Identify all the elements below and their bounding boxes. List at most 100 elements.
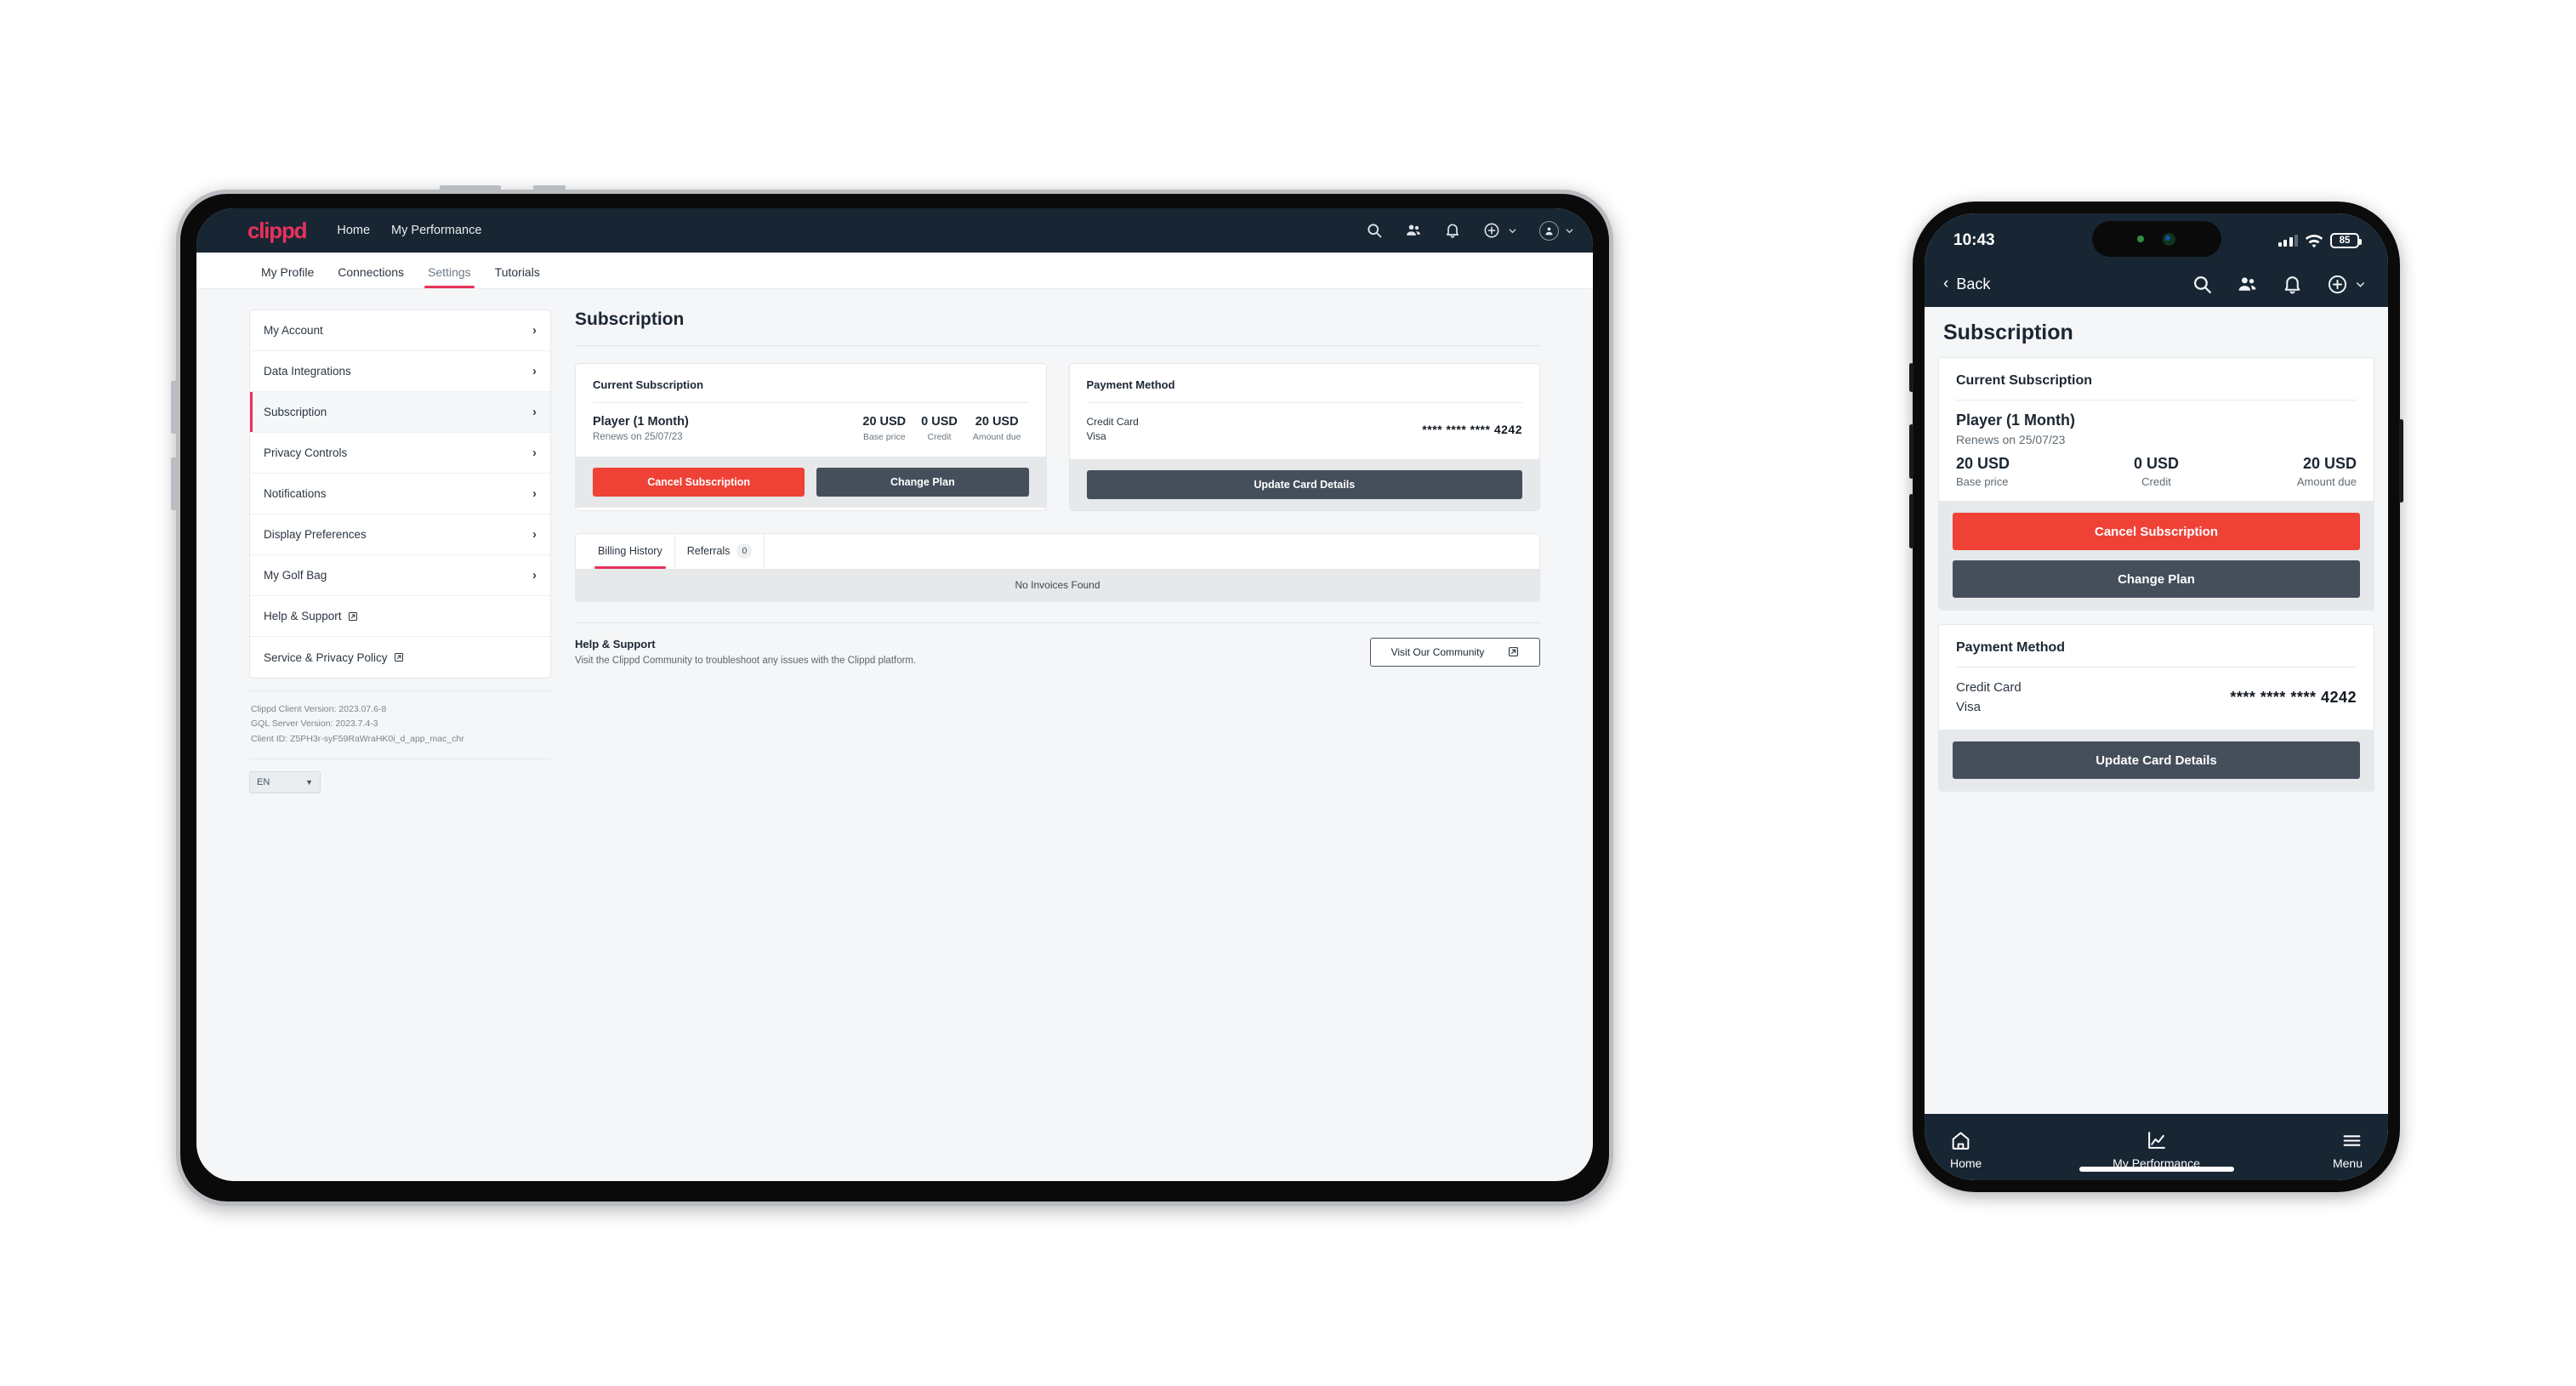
server-version: GQL Server Version: 2023.7.4-3 [251, 719, 378, 730]
base-price-label: Base price [1956, 475, 2009, 488]
settings-sidebar: My Account › Data Integrations › Subscri… [249, 310, 551, 793]
home-icon [1950, 1130, 1971, 1151]
visit-community-button[interactable]: Visit Our Community [1370, 637, 1540, 667]
settings-body: My Account › Data Integrations › Subscri… [196, 289, 1593, 793]
people-icon[interactable] [2237, 274, 2258, 295]
chevron-down-icon-avatar[interactable] [1565, 226, 1574, 236]
price-due: 20 USD Amount due [2223, 455, 2357, 488]
cancel-subscription-button[interactable]: Cancel Subscription [1953, 513, 2360, 550]
amount-due-amount: 20 USD [2302, 455, 2357, 472]
sidebar-item-label: Help & Support [264, 610, 342, 622]
change-plan-button[interactable]: Change Plan [1953, 560, 2360, 598]
people-icon[interactable] [1405, 222, 1422, 239]
payment-method-card: Payment Method Credit Card Visa **** ***… [1938, 624, 2374, 792]
back-button[interactable]: ‹ Back [1943, 275, 1990, 293]
card-number-masked: **** **** **** 4242 [2230, 689, 2357, 706]
tabbar-item-menu[interactable]: Menu [2225, 1130, 2363, 1170]
title-divider [575, 345, 1540, 346]
current-subscription-card: Current Subscription Player (1 Month) Re… [575, 363, 1047, 511]
card-type-block: Credit Card Visa [1087, 415, 1139, 445]
chevron-right-icon: › [532, 405, 537, 419]
bell-icon[interactable] [2282, 274, 2303, 295]
search-icon[interactable] [1366, 222, 1383, 239]
client-version: Clippd Client Version: 2023.07.6-8 [251, 704, 387, 714]
sidebar-item-my-account[interactable]: My Account › [250, 310, 550, 351]
payment-method-body: Credit Card Visa **** **** **** 4242 [1070, 403, 1540, 459]
help-support-section: Help & Support Visit the Clippd Communit… [575, 637, 1540, 667]
sidebar-item-my-golf-bag[interactable]: My Golf Bag › [250, 555, 550, 596]
card-brand: Visa [1086, 430, 1106, 443]
nav-link-home[interactable]: Home [337, 224, 370, 237]
tabbar-item-home[interactable]: Home [1950, 1130, 2088, 1170]
billing-tabs: Billing History Referrals 0 [576, 533, 1539, 569]
search-icon[interactable] [2192, 274, 2213, 295]
card-brand: Visa [1956, 699, 1981, 714]
chevron-down-icon-add[interactable] [1508, 226, 1517, 236]
sidebar-item-label: Notifications [264, 487, 327, 500]
chevron-right-icon: › [532, 446, 537, 460]
phone-nav-icons [2192, 274, 2366, 295]
amount-due-label: Amount due [2296, 475, 2357, 488]
tab-billing-history[interactable]: Billing History [586, 533, 675, 569]
tab-referrals[interactable]: Referrals 0 [675, 533, 765, 569]
cellular-signal-icon [2277, 235, 2298, 247]
update-card-details-button[interactable]: Update Card Details [1086, 469, 1522, 499]
wifi-icon [2306, 234, 2323, 247]
card-type: Credit Card [1086, 416, 1139, 428]
card-type-block: Credit Card Visa [1956, 679, 2022, 717]
battery-percent: 85 [2339, 236, 2351, 246]
settings-menu-card: My Account › Data Integrations › Subscri… [249, 310, 551, 679]
bell-icon[interactable] [1444, 222, 1461, 239]
cancel-subscription-button[interactable]: Cancel Subscription [593, 468, 805, 497]
chart-line-icon [2146, 1130, 2167, 1151]
price-due: 20 USD Amount due [965, 415, 1029, 442]
sidebar-item-subscription[interactable]: Subscription › [250, 392, 550, 433]
base-price-amount: 20 USD [1956, 455, 2010, 472]
language-select[interactable]: EN ▼ [249, 770, 321, 793]
tabbar-item-my-performance[interactable]: My Performance [2088, 1130, 2226, 1170]
price-summary: 20 USD Base price 0 USD Credit 20 USD Am… [1956, 455, 2357, 488]
tablet-top-navbar: clippd Home My Performance [196, 208, 1593, 253]
current-subscription-heading: Current Subscription [593, 378, 704, 391]
plan-renewal-date: Renews on 25/07/23 [1956, 433, 2066, 446]
price-credit: 0 USD Credit [913, 415, 965, 442]
price-base: 20 USD Base price [1956, 455, 2090, 488]
plus-circle-icon[interactable] [2327, 274, 2348, 295]
avatar-icon [1539, 220, 1559, 241]
clippd-logo[interactable]: clippd [247, 219, 308, 241]
page-title: Subscription [575, 310, 685, 329]
sidebar-item-help-support[interactable]: Help & Support [250, 596, 550, 637]
tab-tutorials[interactable]: Tutorials [483, 265, 552, 288]
sidebar-item-display-preferences[interactable]: Display Preferences › [250, 514, 550, 555]
home-indicator [2078, 1167, 2234, 1172]
status-indicators: 85 [2277, 233, 2362, 248]
phone-device-frame: 10:43 85 ‹ Back Subscription Current Sub… [1909, 202, 2403, 1192]
current-subscription-card: Current Subscription Player (1 Month) Re… [1938, 357, 2374, 611]
plus-circle-icon[interactable] [1483, 222, 1500, 239]
tab-my-profile[interactable]: My Profile [249, 265, 326, 288]
sidebar-item-service-privacy-policy[interactable]: Service & Privacy Policy [250, 637, 550, 678]
chevron-down-icon: ▼ [305, 777, 313, 787]
tabbar-label: Home [1950, 1156, 1982, 1170]
phone-navbar: ‹ Back [1925, 261, 2388, 307]
avatar-menu[interactable] [1539, 220, 1574, 241]
sidebar-item-data-integrations[interactable]: Data Integrations › [250, 351, 550, 392]
client-id: Client ID: Z5PH3r-syF59RaWraHK0i_d_app_m… [251, 733, 464, 744]
update-card-details-button[interactable]: Update Card Details [1953, 741, 2360, 779]
screenshot-stage: clippd Home My Performance My Profile Co… [0, 0, 2576, 1386]
tab-settings[interactable]: Settings [416, 265, 483, 288]
chevron-left-icon: ‹ [1943, 275, 1949, 293]
change-plan-button[interactable]: Change Plan [816, 468, 1029, 497]
sidebar-item-notifications[interactable]: Notifications › [250, 474, 550, 514]
nav-link-my-performance[interactable]: My Performance [391, 224, 481, 237]
chevron-down-icon[interactable] [2355, 279, 2366, 290]
credit-amount: 0 USD [2133, 455, 2179, 472]
base-price-amount: 20 USD [862, 415, 907, 429]
tabbar-label: Menu [2332, 1156, 2363, 1170]
amount-due-label: Amount due [972, 432, 1021, 442]
sidebar-item-label: My Golf Bag [264, 569, 327, 582]
card-number-masked: **** **** **** 4242 [1422, 423, 1522, 437]
tab-connections[interactable]: Connections [326, 265, 416, 288]
sidebar-item-privacy-controls[interactable]: Privacy Controls › [250, 433, 550, 474]
phone-volume-down-button [1909, 494, 1914, 548]
